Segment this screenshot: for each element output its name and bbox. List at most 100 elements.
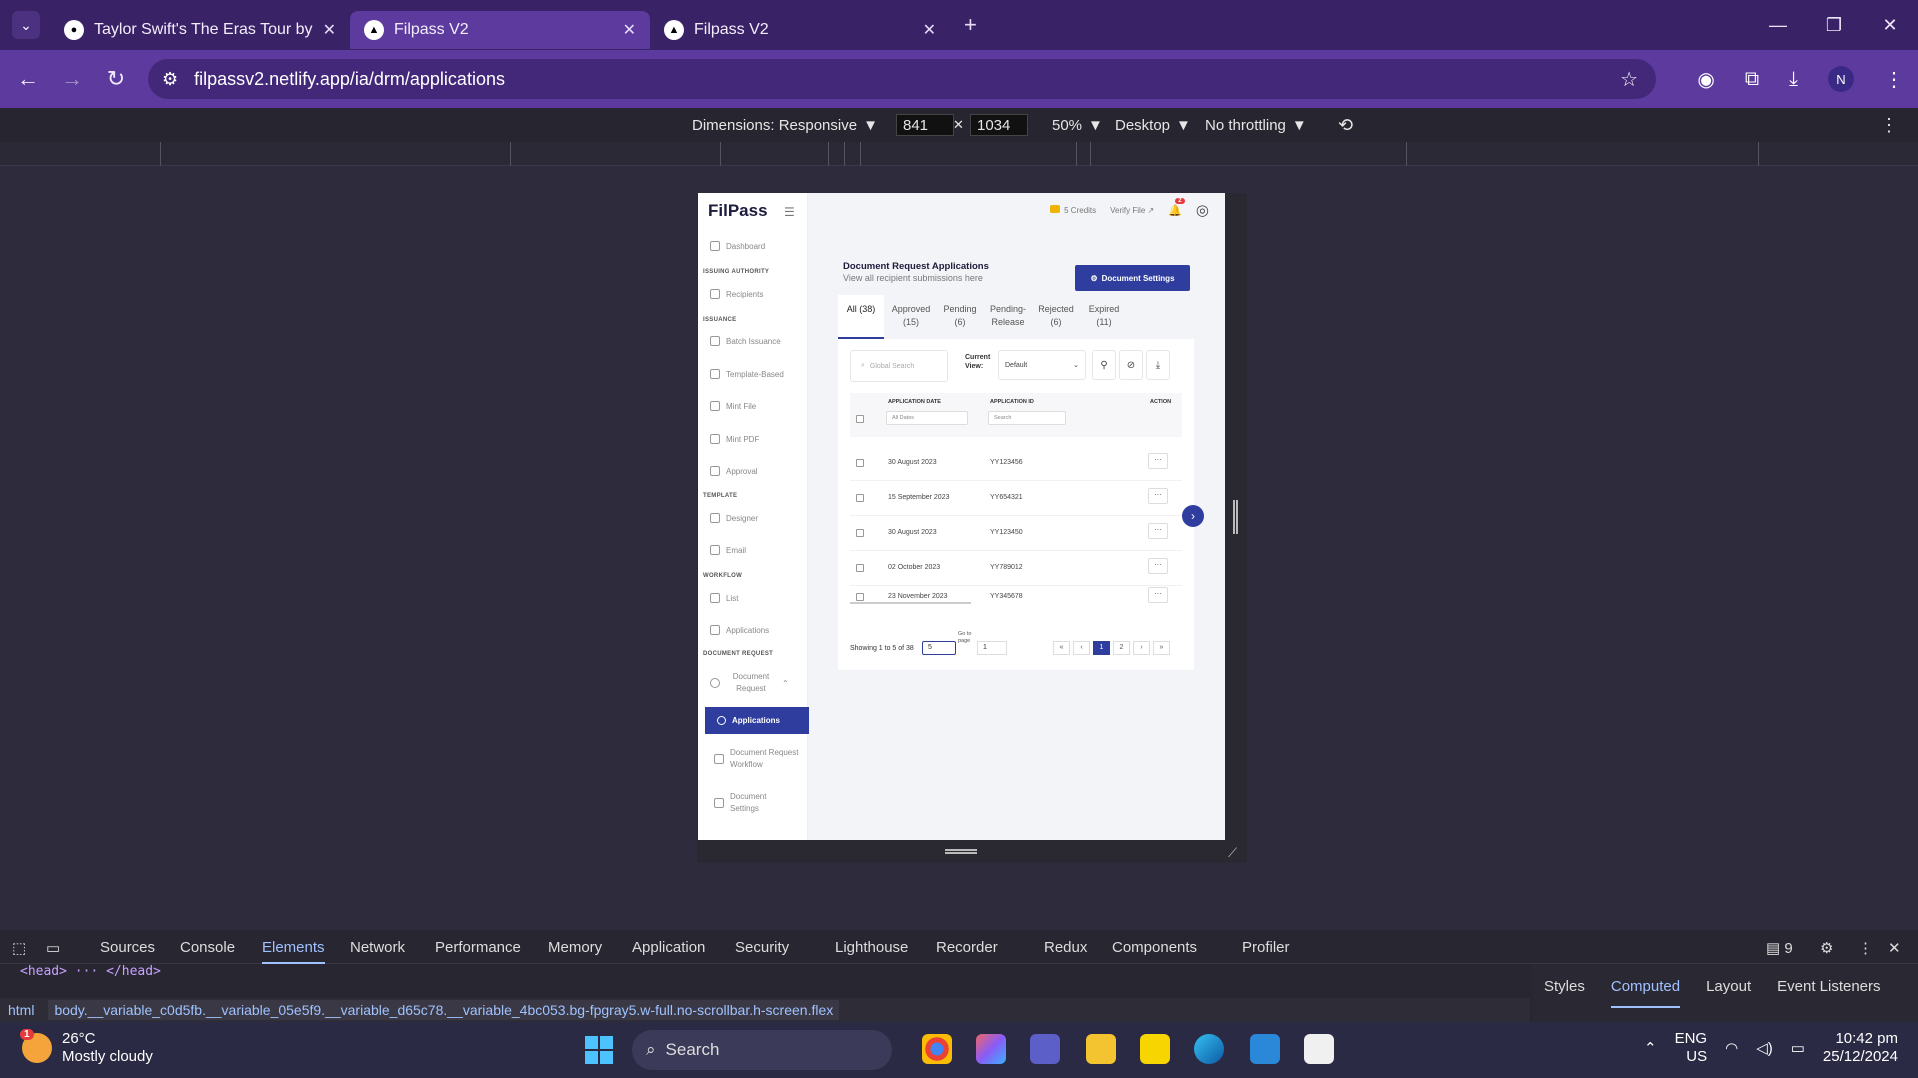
reload-icon[interactable]: ↻	[94, 66, 138, 92]
weather-widget[interactable]: 1 26°C Mostly cloudy	[20, 1029, 153, 1066]
sidebar-item-workflow-applications[interactable]: Applications	[710, 625, 769, 635]
breadcrumb-body[interactable]: body.__variable_c0d5fb.__variable_05e5f9…	[48, 1000, 840, 1020]
id-filter-input[interactable]: Search	[988, 411, 1066, 425]
row-checkbox[interactable]	[856, 459, 864, 467]
tab-profiler[interactable]: Profiler	[1242, 939, 1290, 956]
restore-icon[interactable]: ❐	[1806, 0, 1862, 50]
sidebar-item-template-based[interactable]: Template-Based	[710, 369, 784, 379]
table-row[interactable]: 30 August 2023 YY123456 ···	[850, 446, 1182, 481]
row-action-button[interactable]: ···	[1148, 488, 1168, 504]
browser-tab-1[interactable]: ● Taylor Swift's The Eras Tour by N ✕	[50, 11, 350, 49]
tab-security[interactable]: Security	[735, 939, 789, 956]
tab-pending-release[interactable]: Pending-Release	[986, 295, 1030, 339]
file-explorer-icon[interactable]	[1086, 1034, 1116, 1064]
download-button[interactable]: ⤓	[1146, 350, 1170, 380]
language-indicator[interactable]: ENG US	[1675, 1030, 1708, 1066]
date-filter-select[interactable]: All Dates	[886, 411, 968, 425]
copilot-icon[interactable]	[976, 1034, 1006, 1064]
tab-search-button[interactable]: ⌄	[12, 11, 40, 39]
browser-tab-3[interactable]: ▲ Filpass V2 ✕	[650, 11, 950, 49]
close-icon[interactable]: ✕	[923, 20, 936, 40]
row-checkbox[interactable]	[856, 529, 864, 537]
tab-redux[interactable]: Redux	[1044, 939, 1087, 956]
table-row[interactable]: 15 September 2023 YY654321 ···	[850, 481, 1182, 516]
menu-kebab-icon[interactable]: ⋮	[1884, 67, 1904, 92]
verify-file-link[interactable]: Verify File ↗	[1110, 206, 1154, 215]
tab-sources[interactable]: Sources	[100, 939, 155, 956]
tab-styles[interactable]: Styles	[1544, 978, 1585, 1008]
current-view-select[interactable]: Default ⌄	[998, 350, 1086, 380]
user-avatar-icon[interactable]: ◎	[1196, 201, 1209, 219]
tab-event-listeners[interactable]: Event Listeners	[1777, 978, 1880, 1008]
resize-height-handle[interactable]	[945, 849, 977, 854]
sidebar-item-designer[interactable]: Designer	[710, 513, 758, 523]
extension-icon[interactable]: ◉	[1697, 67, 1714, 92]
window-close-icon[interactable]: ✕	[1862, 0, 1918, 50]
sidebar-item-document-settings[interactable]: Document Settings	[714, 791, 780, 815]
puzzle-icon[interactable]: ⧉	[1745, 68, 1759, 91]
minimize-icon[interactable]: —	[1750, 0, 1806, 50]
sidebar-item-applications[interactable]: Applications	[705, 707, 809, 734]
height-input[interactable]: 1034	[970, 114, 1028, 136]
sidebar-item-approval[interactable]: Approval	[710, 466, 758, 476]
sidebar-item-recipients[interactable]: Recipients	[710, 289, 763, 299]
teams-icon[interactable]	[1030, 1034, 1060, 1064]
new-tab-button[interactable]: +	[964, 12, 977, 38]
scroll-right-button[interactable]: ›	[1182, 505, 1204, 527]
tab-rejected[interactable]: Rejected (6)	[1036, 295, 1076, 339]
goto-page-input[interactable]: 1	[977, 641, 1007, 655]
clock[interactable]: 10:42 pm 25/12/2024	[1823, 1030, 1898, 1066]
device-menu-kebab-icon[interactable]: ⋮	[1880, 115, 1898, 136]
table-horizontal-scrollbar[interactable]	[850, 602, 971, 604]
close-icon[interactable]: ✕	[323, 20, 336, 40]
tab-approved[interactable]: Approved (15)	[888, 295, 934, 339]
snipping-tool-icon[interactable]	[1304, 1034, 1334, 1064]
dom-head-node[interactable]: <head> ··· </head>	[20, 964, 161, 979]
tab-pending[interactable]: Pending (6)	[940, 295, 980, 339]
tab-recorder[interactable]: Recorder	[936, 939, 998, 956]
document-settings-button[interactable]: ⚙ Document Settings	[1075, 265, 1190, 291]
tab-expired[interactable]: Expired (11)	[1084, 295, 1124, 339]
row-checkbox[interactable]	[856, 593, 864, 601]
address-bar[interactable]: ⚙ filpassv2.netlify.app/ia/drm/applicati…	[148, 59, 1656, 99]
clear-filter-button[interactable]: ⊘	[1119, 350, 1143, 380]
device-type-dropdown[interactable]: Desktop ▼	[1115, 117, 1191, 134]
tab-network[interactable]: Network	[350, 939, 405, 956]
profile-avatar[interactable]: N	[1828, 66, 1854, 92]
tab-memory[interactable]: Memory	[548, 939, 602, 956]
sidebar-item-email[interactable]: Email	[710, 545, 746, 555]
close-icon[interactable]: ✕	[623, 20, 636, 40]
tab-elements[interactable]: Elements	[262, 939, 325, 964]
row-checkbox[interactable]	[856, 494, 864, 502]
devtools-kebab-icon[interactable]: ⋮	[1858, 939, 1873, 957]
row-action-button[interactable]: ···	[1148, 453, 1168, 469]
battery-icon[interactable]: ▭	[1791, 1039, 1805, 1057]
page-2-button[interactable]: 2	[1113, 641, 1130, 655]
tab-components[interactable]: Components	[1112, 939, 1197, 956]
global-search-input[interactable]: ⌕ Global Search	[850, 350, 948, 382]
bell-icon[interactable]: 🔔 2	[1168, 197, 1185, 217]
dimensions-dropdown[interactable]: Dimensions: Responsive ▼	[692, 117, 878, 134]
media-query-ruler[interactable]	[0, 142, 1918, 166]
sidebar-item-batch-issuance[interactable]: Batch Issuance	[710, 336, 781, 346]
page-size-select[interactable]: 5	[922, 641, 956, 655]
sidebar-item-document-request-workflow[interactable]: Document Request Workflow	[714, 747, 810, 771]
sidebar-item-list[interactable]: List	[710, 593, 738, 603]
edge-icon[interactable]	[1194, 1034, 1224, 1064]
device-toggle-icon[interactable]: ▭	[46, 939, 60, 957]
devtools-settings-icon[interactable]: ⚙	[1820, 939, 1833, 957]
tab-computed[interactable]: Computed	[1610, 978, 1681, 1008]
back-icon[interactable]: ←	[6, 66, 50, 92]
column-application-id[interactable]: APPLICATION ID	[990, 399, 1034, 405]
prev-page-button[interactable]: ‹	[1073, 641, 1090, 655]
volume-icon[interactable]: ◁)	[1756, 1039, 1773, 1057]
column-application-date[interactable]: APPLICATION DATE	[888, 399, 941, 405]
row-action-button[interactable]: ···	[1148, 523, 1168, 539]
chevron-up-icon[interactable]: ⌃	[1644, 1039, 1657, 1057]
tab-performance[interactable]: Performance	[435, 939, 521, 956]
inspect-icon[interactable]: ⬚	[12, 939, 26, 957]
resize-corner-icon[interactable]: ⟋	[1228, 845, 1242, 860]
sidebar-item-mint-file[interactable]: Mint File	[710, 401, 756, 411]
issues-counter[interactable]: ▤ 9	[1766, 939, 1793, 957]
select-all-checkbox[interactable]	[856, 415, 864, 423]
